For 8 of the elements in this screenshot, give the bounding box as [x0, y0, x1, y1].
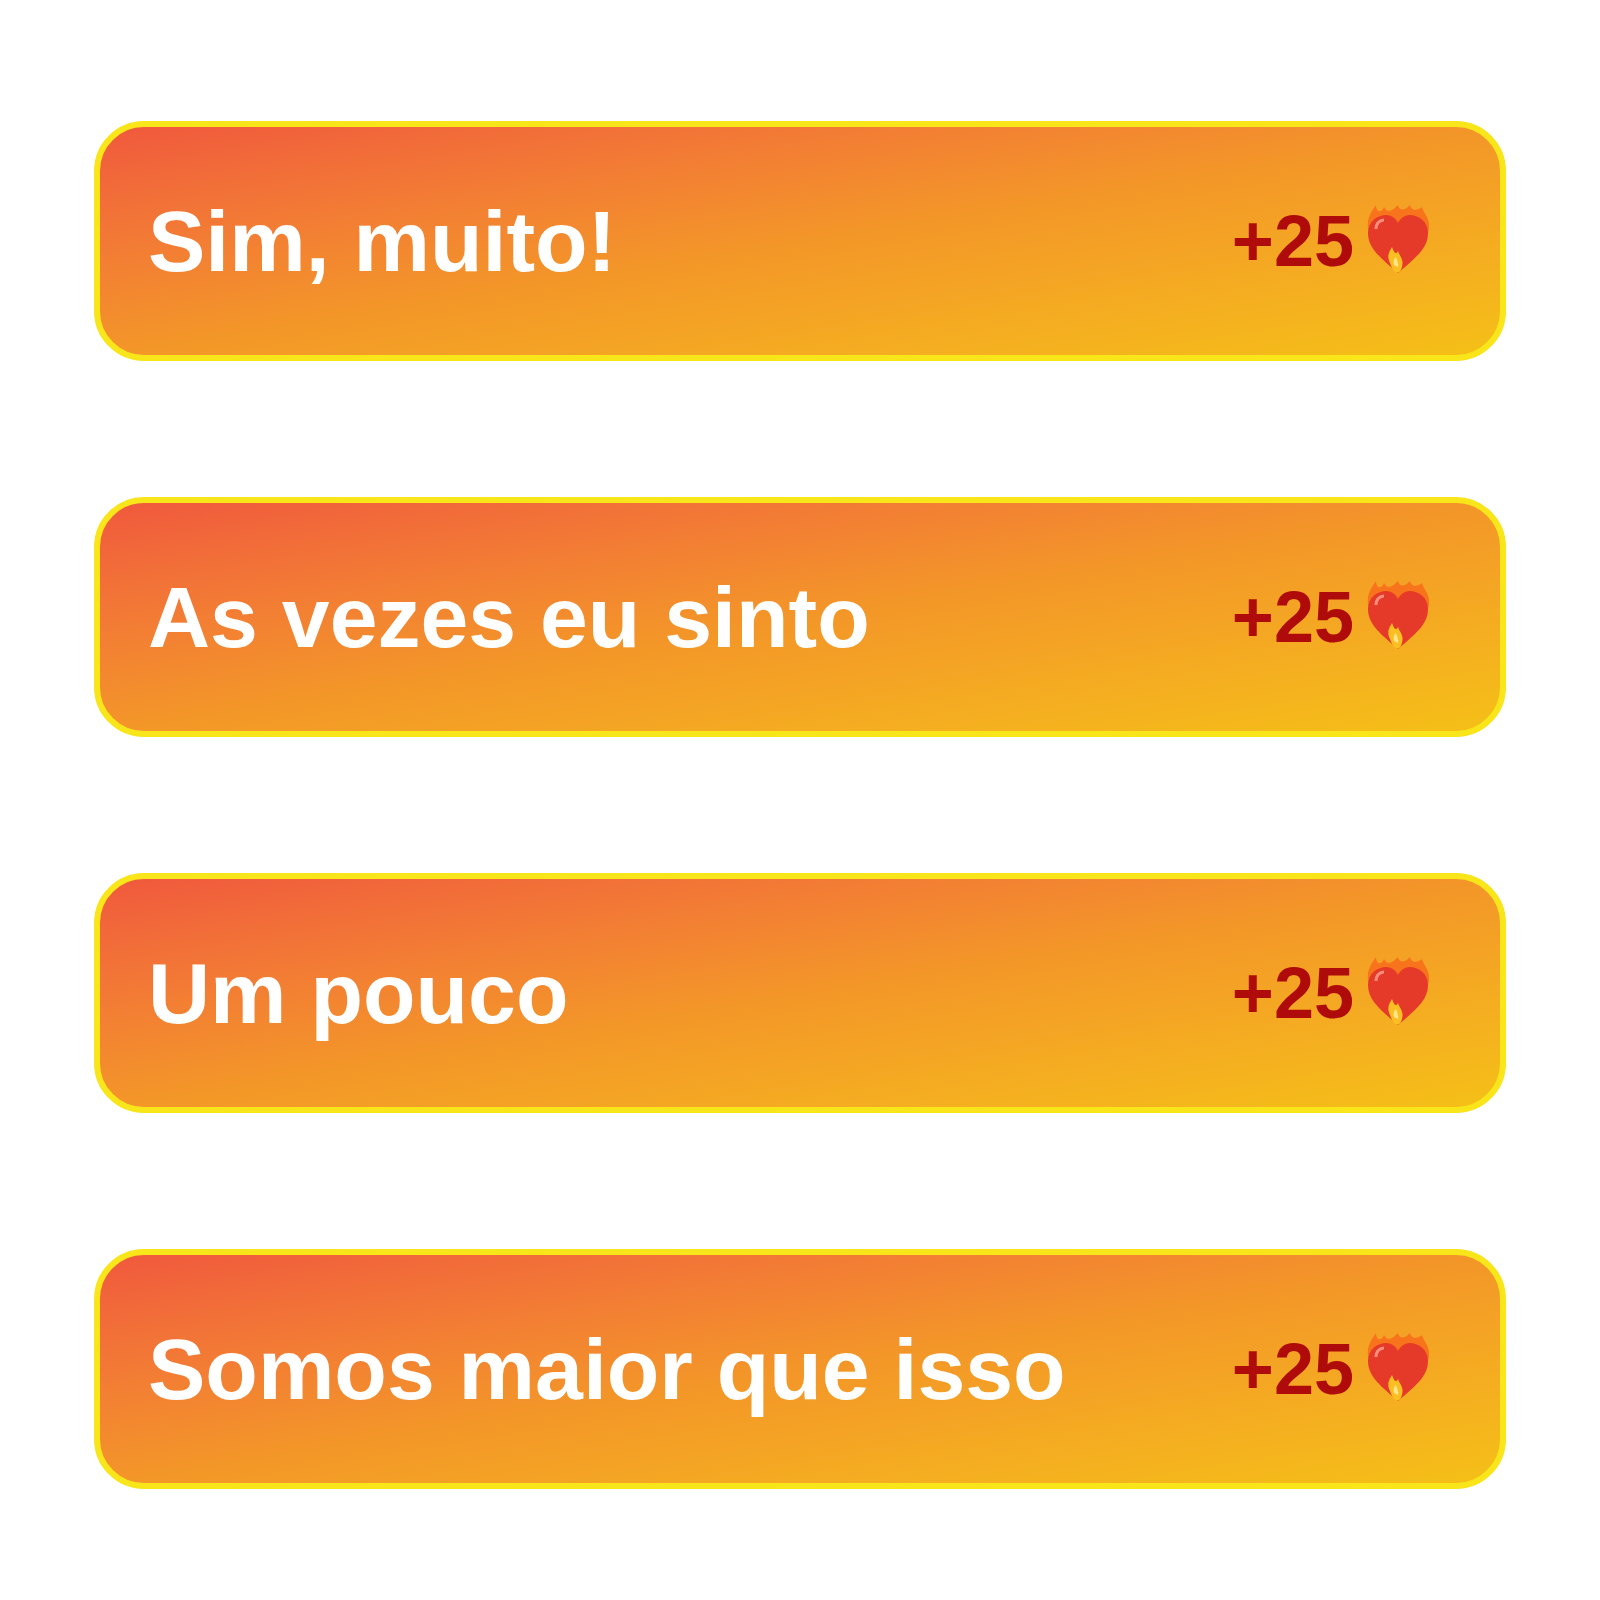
- answer-option[interactable]: Um pouco +25: [94, 873, 1506, 1113]
- answer-option[interactable]: Sim, muito! +25: [94, 121, 1506, 361]
- points-label: +25: [1231, 205, 1354, 277]
- answer-option[interactable]: As vezes eu sinto +25: [94, 497, 1506, 737]
- points-label: +25: [1231, 1333, 1354, 1405]
- points-label: +25: [1231, 581, 1354, 653]
- points-label: +25: [1231, 957, 1354, 1029]
- answer-option[interactable]: Somos maior que isso +25: [94, 1249, 1506, 1489]
